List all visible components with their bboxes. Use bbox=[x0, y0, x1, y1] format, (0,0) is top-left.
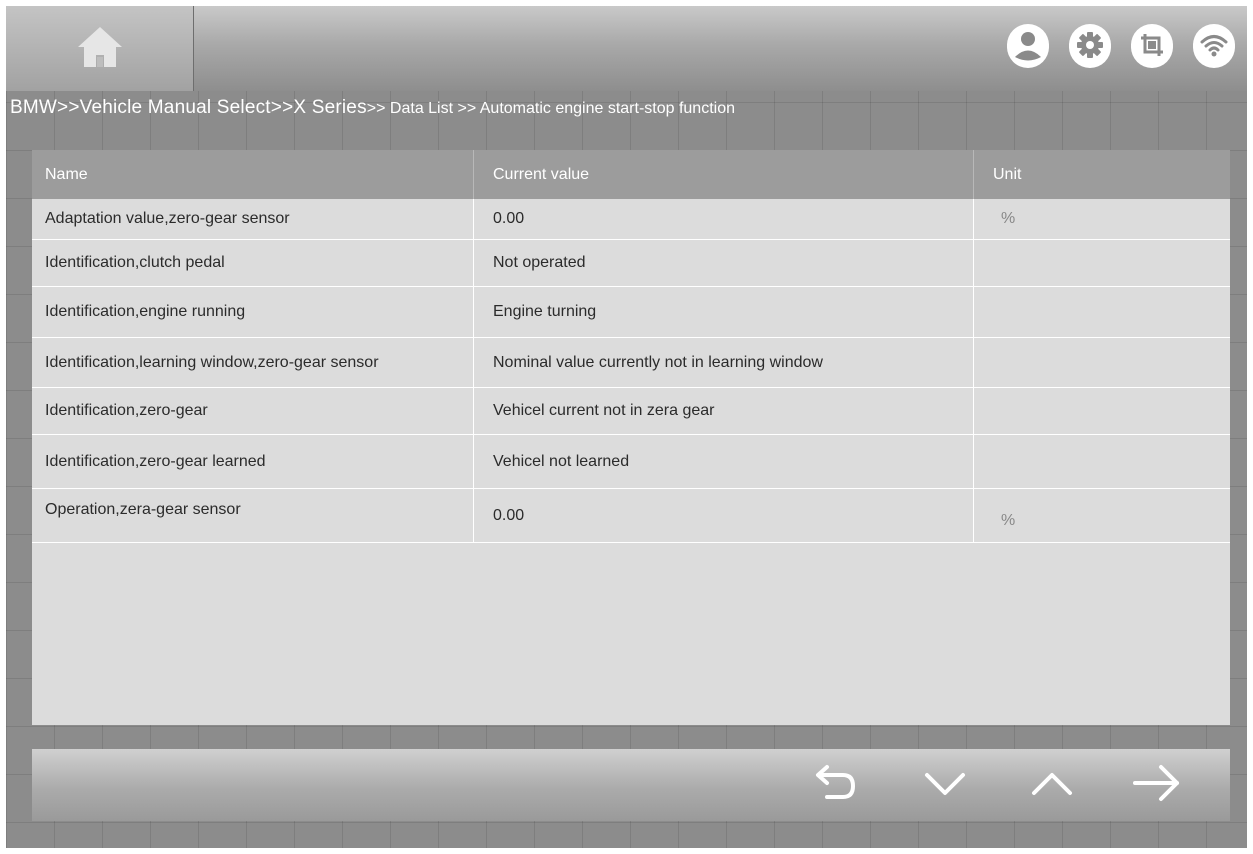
row-name: Identification,engine running bbox=[45, 303, 246, 320]
breadcrumb: BMW>>Vehicle Manual Select>>X Series>> D… bbox=[10, 95, 735, 121]
row-name: Adaptation value,zero-gear sensor bbox=[45, 210, 290, 227]
row-value: Engine turning bbox=[473, 287, 973, 337]
next-icon bbox=[1131, 761, 1183, 810]
top-toolbar bbox=[1007, 23, 1235, 71]
row-unit bbox=[973, 287, 1230, 337]
settings-icon bbox=[1069, 23, 1111, 71]
data-list-table: Name Current value Unit Adaptation value… bbox=[32, 150, 1230, 725]
bottom-toolbar bbox=[32, 749, 1230, 821]
wifi-icon bbox=[1193, 23, 1235, 71]
page-up-icon bbox=[1028, 761, 1076, 810]
back-button[interactable] bbox=[807, 757, 867, 813]
row-unit bbox=[973, 338, 1230, 387]
column-header-name: Name bbox=[45, 166, 88, 183]
table-body: Adaptation value,zero-gear sensor 0.00 %… bbox=[32, 199, 1230, 543]
row-name: Identification,zero-gear learned bbox=[45, 452, 266, 470]
page-up-button[interactable] bbox=[1022, 757, 1082, 813]
next-button[interactable] bbox=[1127, 757, 1187, 813]
table-row[interactable]: Adaptation value,zero-gear sensor 0.00 % bbox=[32, 199, 1230, 240]
user-button[interactable] bbox=[1007, 23, 1049, 71]
column-header-current-value: Current value bbox=[473, 150, 973, 199]
page-down-icon bbox=[921, 761, 969, 810]
screenshot-button[interactable] bbox=[1131, 23, 1173, 71]
table-row[interactable]: Identification,engine running Engine tur… bbox=[32, 287, 1230, 338]
row-name: Identification,zero-gear bbox=[45, 402, 208, 419]
row-name: Identification,learning window,zero-gear… bbox=[45, 353, 379, 371]
row-name: Identification,clutch pedal bbox=[45, 254, 225, 271]
wifi-button[interactable] bbox=[1193, 23, 1235, 71]
home-button[interactable] bbox=[6, 6, 194, 91]
settings-button[interactable] bbox=[1069, 23, 1111, 71]
table-row[interactable]: Identification,zero-gear learned Vehicel… bbox=[32, 435, 1230, 489]
back-icon bbox=[813, 761, 861, 810]
row-unit: % bbox=[973, 489, 1230, 542]
row-value: Vehicel current not in zera gear bbox=[473, 388, 973, 434]
home-icon bbox=[74, 23, 126, 74]
row-value: Nominal value currently not in learning … bbox=[473, 338, 973, 387]
table-row[interactable]: Identification,learning window,zero-gear… bbox=[32, 338, 1230, 388]
table-row[interactable]: Operation,zera-gear sensor 0.00 % bbox=[32, 489, 1230, 543]
row-unit bbox=[973, 388, 1230, 434]
user-icon bbox=[1007, 23, 1049, 71]
table-row[interactable]: Identification,clutch pedal Not operated bbox=[32, 240, 1230, 287]
breadcrumb-tail: >> Data List >> Automatic engine start-s… bbox=[366, 100, 735, 117]
row-value: 0.00 bbox=[473, 489, 973, 542]
table-header: Name Current value Unit bbox=[32, 150, 1230, 199]
breadcrumb-main: BMW>>Vehicle Manual Select>>X Series bbox=[10, 97, 367, 118]
app-window: BMW>>Vehicle Manual Select>>X Series>> D… bbox=[6, 6, 1247, 848]
row-value: Vehicel not learned bbox=[473, 435, 973, 488]
row-unit bbox=[973, 240, 1230, 286]
row-unit bbox=[973, 435, 1230, 488]
page-down-button[interactable] bbox=[915, 757, 975, 813]
row-value: 0.00 bbox=[473, 199, 973, 239]
column-header-unit: Unit bbox=[973, 150, 1230, 199]
row-value: Not operated bbox=[473, 240, 973, 286]
row-unit: % bbox=[973, 199, 1230, 239]
table-row[interactable]: Identification,zero-gear Vehicel current… bbox=[32, 388, 1230, 435]
top-bar bbox=[6, 6, 1247, 91]
screenshot-icon bbox=[1131, 23, 1173, 71]
row-name: Operation,zera-gear sensor bbox=[45, 501, 241, 518]
